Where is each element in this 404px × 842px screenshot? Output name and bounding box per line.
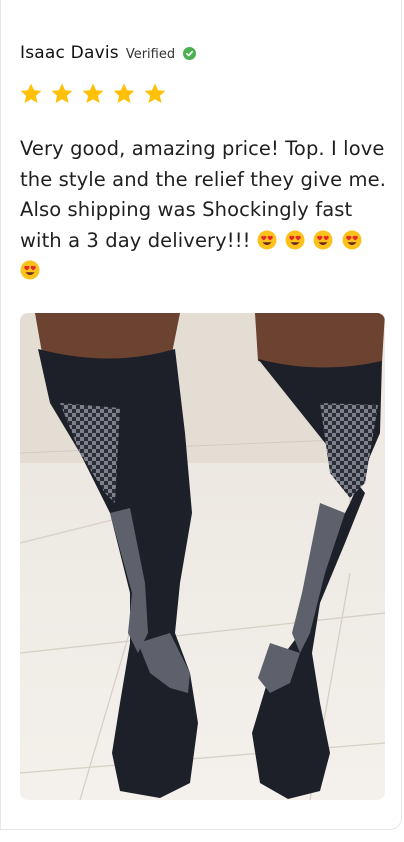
review-header: Isaac Davis Verified: [20, 43, 197, 63]
star-icon: [51, 83, 73, 103]
verified-label: Verified: [125, 46, 176, 62]
heart-eyes-emoji-icon: [342, 230, 362, 249]
star-icon: [20, 83, 42, 103]
star-icon: [144, 83, 166, 103]
review-card: Isaac Davis Verified Very good, amazing …: [0, 0, 402, 830]
socks-photo-illustration: [20, 313, 385, 800]
verified-check-icon: [183, 47, 197, 60]
heart-eyes-emoji-icon: [285, 230, 305, 249]
rating-stars: [19, 82, 167, 106]
star-icon: [82, 83, 104, 103]
reviewer-name: Isaac Davis: [20, 43, 119, 63]
review-photo[interactable]: [20, 313, 385, 800]
review-text-block: Very good, amazing price! Top. I love th…: [20, 134, 386, 287]
heart-eyes-emoji-icon: [257, 230, 277, 249]
heart-eyes-emoji-icon: [20, 260, 40, 280]
star-icon: [113, 83, 135, 103]
heart-eyes-emoji-icon: [313, 230, 333, 249]
